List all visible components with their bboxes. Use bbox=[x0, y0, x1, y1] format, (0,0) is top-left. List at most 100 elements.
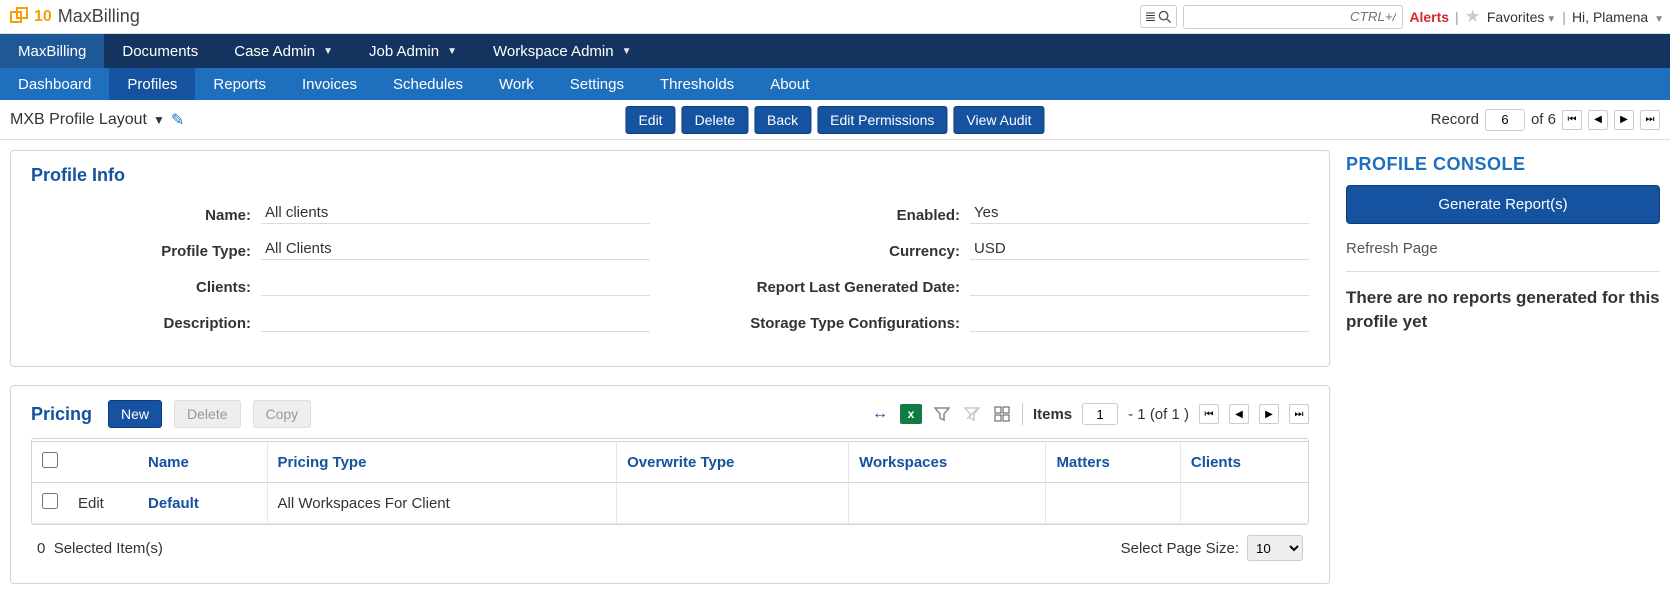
row-edit-link[interactable]: Edit bbox=[78, 495, 104, 512]
col-workspaces[interactable]: Workspaces bbox=[849, 442, 1046, 483]
field-label-storage-type: Storage Type Configurations: bbox=[690, 315, 970, 332]
col-matters[interactable]: Matters bbox=[1046, 442, 1180, 483]
row-clients bbox=[1180, 483, 1308, 524]
edit-layout-icon[interactable]: ✎ bbox=[171, 110, 184, 130]
profile-console-panel: PROFILE CONSOLE Generate Report(s) Refre… bbox=[1346, 150, 1660, 602]
selected-count: 0 bbox=[37, 540, 45, 557]
items-next-button[interactable]: ▶ bbox=[1259, 404, 1279, 424]
nav2-thresholds[interactable]: Thresholds bbox=[642, 68, 752, 100]
select-all-checkbox[interactable] bbox=[42, 452, 58, 468]
pricing-table-wrap: Name Pricing Type Overwrite Type Workspa… bbox=[31, 438, 1309, 525]
field-value-clients bbox=[261, 274, 650, 296]
record-label: Record bbox=[1431, 111, 1479, 128]
col-pricing-type[interactable]: Pricing Type bbox=[267, 442, 617, 483]
nav2-settings[interactable]: Settings bbox=[552, 68, 642, 100]
alerts-link[interactable]: Alerts bbox=[1409, 9, 1449, 25]
export-excel-icon[interactable]: x bbox=[900, 404, 922, 424]
col-overwrite-type[interactable]: Overwrite Type bbox=[617, 442, 849, 483]
delete-button[interactable]: Delete bbox=[682, 106, 748, 134]
favorites-label: Favorites bbox=[1487, 9, 1545, 25]
view-audit-button[interactable]: View Audit bbox=[953, 106, 1044, 134]
search-icon bbox=[1158, 10, 1172, 24]
generate-reports-button[interactable]: Generate Report(s) bbox=[1346, 185, 1660, 224]
separator: | bbox=[1562, 9, 1566, 25]
nav1-job-admin[interactable]: Job Admin▼ bbox=[351, 34, 475, 68]
refresh-page-link[interactable]: Refresh Page bbox=[1346, 236, 1660, 272]
chevron-down-icon: ▼ bbox=[622, 46, 632, 57]
nav1-workspace-admin[interactable]: Workspace Admin ▼ bbox=[475, 34, 650, 68]
col-clients[interactable]: Clients bbox=[1180, 442, 1308, 483]
items-first-button[interactable]: ⏮ bbox=[1199, 404, 1219, 424]
field-label-enabled: Enabled: bbox=[690, 207, 970, 224]
nav2-invoices[interactable]: Invoices bbox=[284, 68, 375, 100]
favorite-star-icon[interactable]: ★ bbox=[1465, 6, 1481, 27]
field-label-name: Name: bbox=[31, 207, 261, 224]
row-overwrite bbox=[617, 483, 849, 524]
nav2-about[interactable]: About bbox=[752, 68, 827, 100]
row-pricing-type: All Workspaces For Client bbox=[267, 483, 617, 524]
app-logo[interactable]: 10 MaxBilling bbox=[10, 6, 140, 27]
clear-filter-icon[interactable] bbox=[962, 404, 982, 424]
nav2-schedules[interactable]: Schedules bbox=[375, 68, 481, 100]
field-value-profile-type: All Clients bbox=[261, 238, 650, 260]
items-last-button[interactable]: ⏭ bbox=[1289, 404, 1309, 424]
filter-icon[interactable] bbox=[932, 404, 952, 424]
nav1-documents[interactable]: Documents bbox=[104, 34, 216, 68]
table-row[interactable]: Edit Default All Workspaces For Client bbox=[32, 483, 1308, 524]
pager-next-button[interactable]: ▶ bbox=[1614, 110, 1634, 130]
global-search-input[interactable] bbox=[1183, 5, 1403, 29]
nav1-case-admin[interactable]: Case Admin ▼ bbox=[216, 34, 351, 68]
nav1-label: Case Admin bbox=[234, 43, 315, 60]
nav2-profiles[interactable]: Profiles bbox=[109, 68, 195, 100]
grid-view-icon[interactable] bbox=[992, 404, 1012, 424]
row-name-link[interactable]: Default bbox=[148, 495, 199, 512]
record-total: of 6 bbox=[1531, 111, 1556, 128]
row-matters bbox=[1046, 483, 1180, 524]
selected-label: Selected Item(s) bbox=[54, 540, 163, 557]
console-title: PROFILE CONSOLE bbox=[1346, 154, 1660, 175]
global-search-button[interactable]: ≣ bbox=[1140, 5, 1178, 28]
profile-info-card: Profile Info Name:All clients Profile Ty… bbox=[10, 150, 1330, 367]
topbar: 10 MaxBilling ≣ Alerts | ★ Favorites▼ | … bbox=[0, 0, 1670, 34]
row-checkbox[interactable] bbox=[42, 493, 58, 509]
nav2-work[interactable]: Work bbox=[481, 68, 552, 100]
pager-first-button[interactable]: ⏮ bbox=[1562, 110, 1582, 130]
separator bbox=[1022, 403, 1023, 425]
chevron-down-icon: ▼ bbox=[323, 46, 333, 57]
col-checkbox bbox=[32, 442, 68, 483]
pricing-new-button[interactable]: New bbox=[108, 400, 162, 428]
items-range: - 1 (of 1 ) bbox=[1128, 406, 1189, 423]
items-prev-button[interactable]: ◀ bbox=[1229, 404, 1249, 424]
chevron-down-icon: ▼ bbox=[1654, 14, 1664, 25]
greeting-label: Hi, Plamena bbox=[1572, 9, 1648, 25]
page-size-select[interactable]: 10 bbox=[1247, 535, 1303, 561]
field-label-currency: Currency: bbox=[690, 243, 970, 260]
pager-prev-button[interactable]: ◀ bbox=[1588, 110, 1608, 130]
pager-last-button[interactable]: ⏭ bbox=[1640, 110, 1660, 130]
field-value-last-generated bbox=[970, 274, 1309, 296]
nav2-dashboard[interactable]: Dashboard bbox=[0, 68, 109, 100]
layout-select[interactable]: MXB Profile Layout ▼ bbox=[10, 111, 165, 129]
secondary-nav: Dashboard Profiles Reports Invoices Sche… bbox=[0, 68, 1670, 100]
col-name[interactable]: Name bbox=[138, 442, 267, 483]
col-edit bbox=[68, 442, 138, 483]
field-label-last-generated: Report Last Generated Date: bbox=[690, 279, 970, 296]
user-menu[interactable]: Hi, Plamena ▼ bbox=[1572, 9, 1664, 25]
page-toolbar: MXB Profile Layout ▼ ✎ Edit Delete Back … bbox=[0, 100, 1670, 140]
favorites-menu[interactable]: Favorites▼ bbox=[1487, 9, 1556, 25]
back-button[interactable]: Back bbox=[754, 106, 811, 134]
chevron-down-icon: ▼ bbox=[447, 46, 457, 57]
edit-button[interactable]: Edit bbox=[625, 106, 675, 134]
list-icon: ≣ bbox=[1145, 8, 1157, 25]
edit-permissions-button[interactable]: Edit Permissions bbox=[817, 106, 947, 134]
record-current-input[interactable] bbox=[1485, 109, 1525, 131]
nav1-maxbilling[interactable]: MaxBilling bbox=[0, 34, 104, 68]
profile-info-grid: Name:All clients Profile Type:All Client… bbox=[31, 202, 1309, 346]
nav1-label: Workspace Admin bbox=[493, 43, 614, 60]
nav2-reports[interactable]: Reports bbox=[195, 68, 284, 100]
field-label-description: Description: bbox=[31, 315, 261, 332]
items-current-input[interactable] bbox=[1082, 403, 1118, 425]
field-label-clients: Clients: bbox=[31, 279, 261, 296]
expand-columns-icon[interactable]: ↔ bbox=[870, 404, 890, 424]
logo-icon bbox=[10, 7, 30, 27]
